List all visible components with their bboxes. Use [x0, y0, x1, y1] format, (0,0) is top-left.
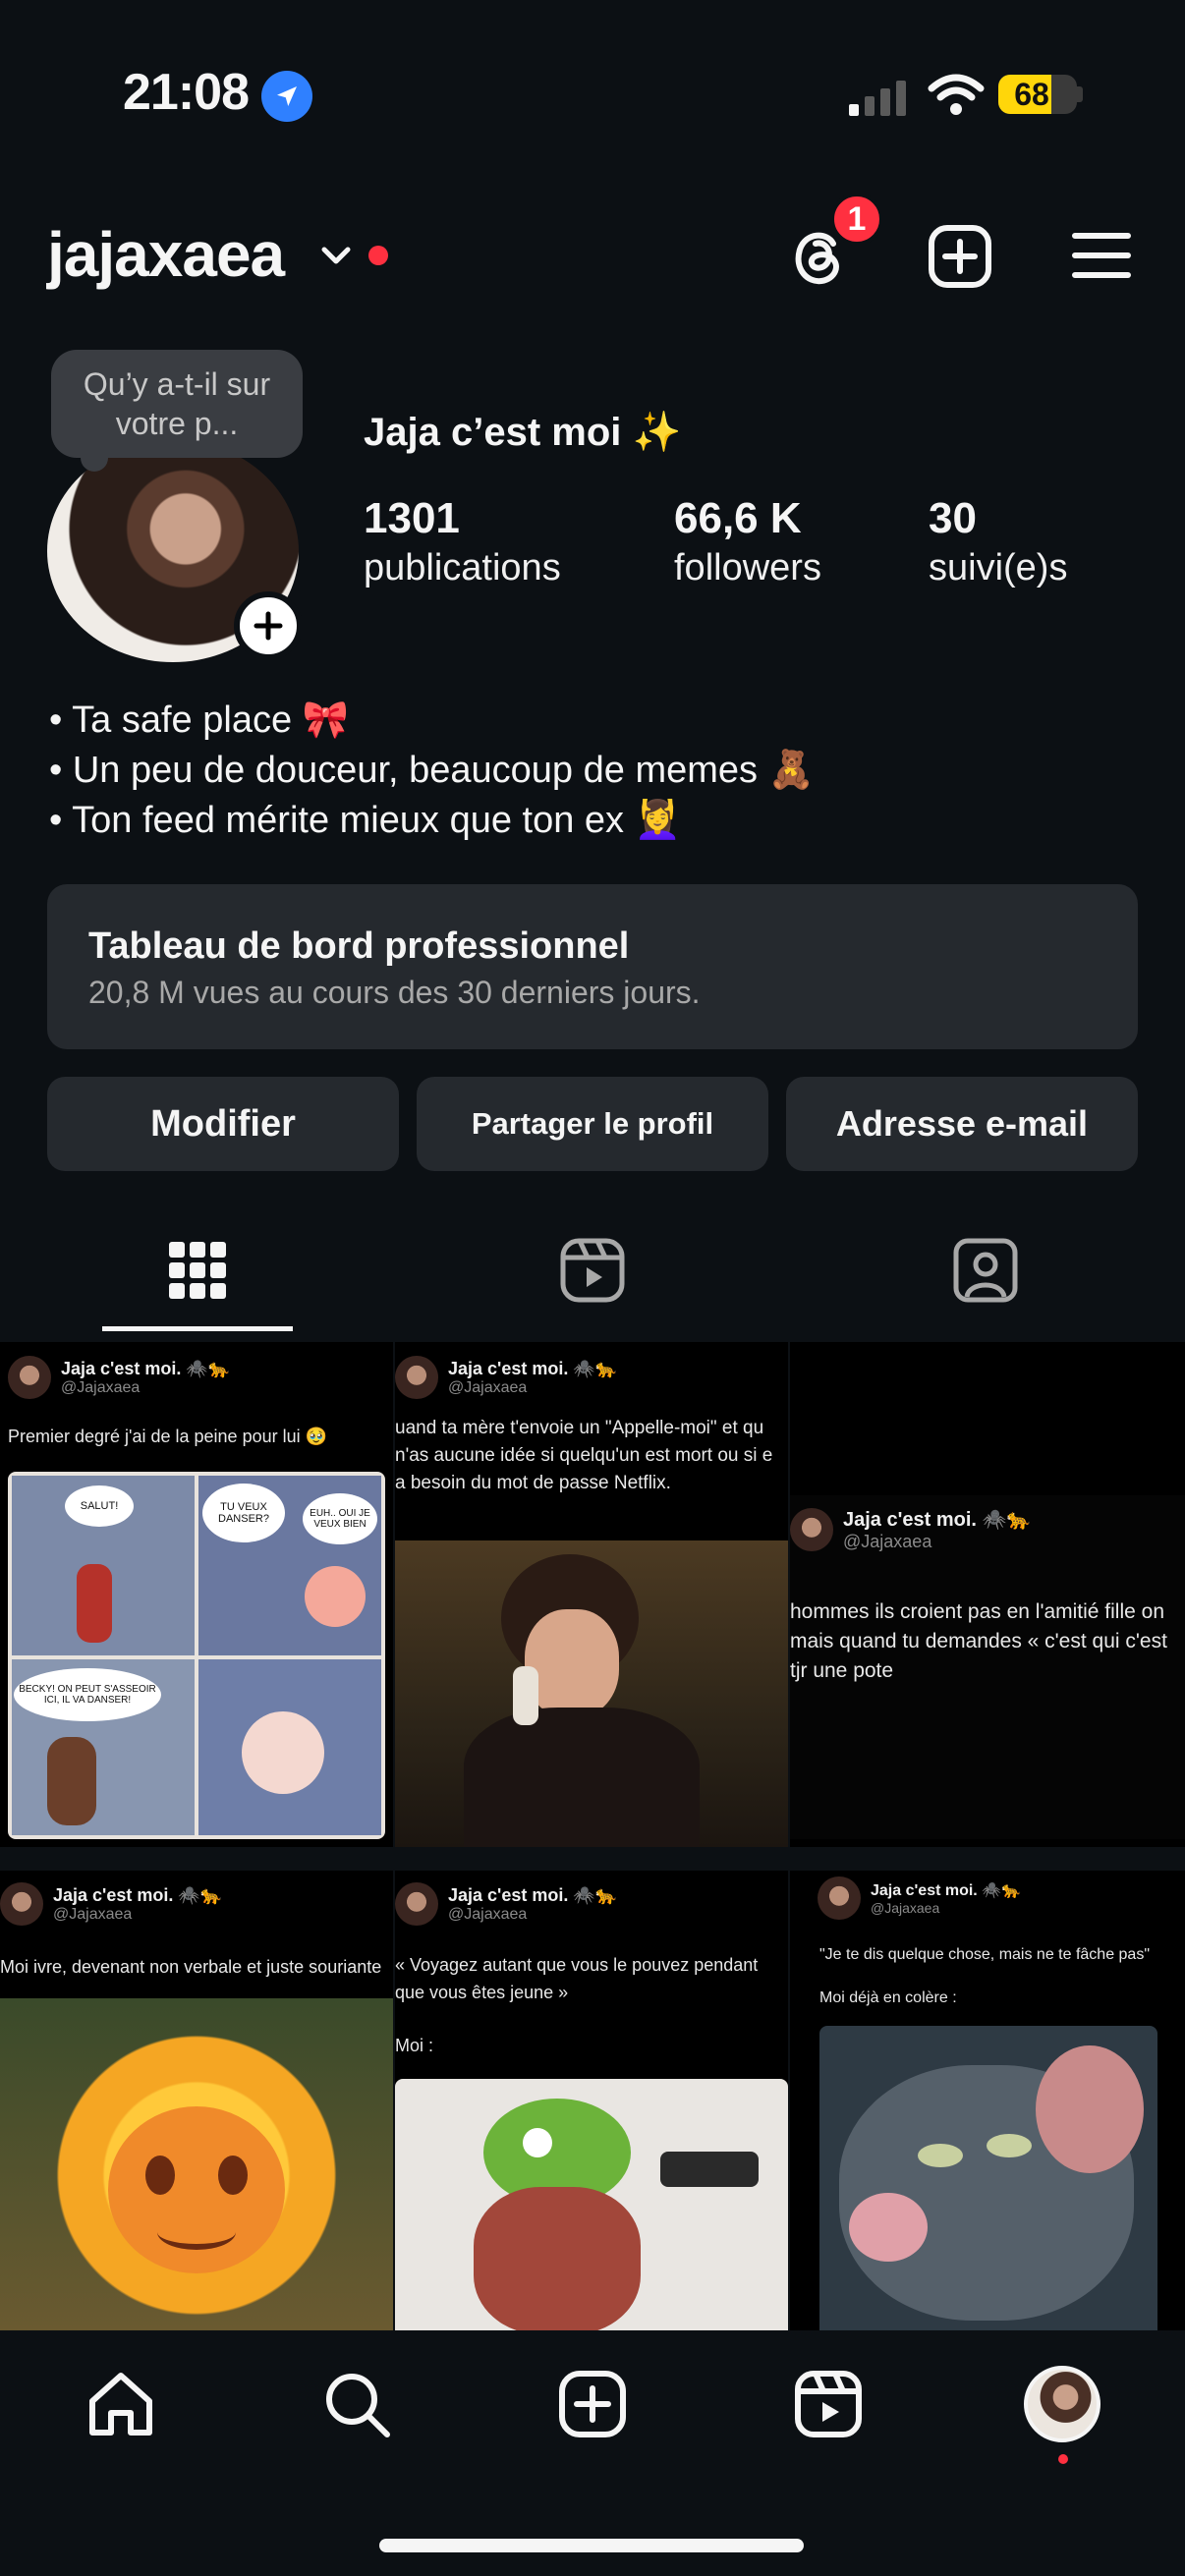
post-avatar [0, 1882, 43, 1926]
bio-line: • Ton feed mérite mieux que ton ex 💆‍♀️ [49, 800, 681, 841]
dashboard-title: Tableau de bord professionnel [88, 925, 630, 967]
post-avatar [8, 1356, 51, 1399]
reels-icon[interactable] [792, 2368, 865, 2440]
post-caption-2: Moi déjà en colère : [819, 1989, 957, 2006]
post-thumbnail[interactable]: Jaja c'est moi. 🕷️🐆 @Jajaxaea uand ta mè… [395, 1342, 788, 1847]
add-story-icon[interactable] [234, 591, 303, 660]
battery-tip [1077, 86, 1083, 102]
tagged-person-icon[interactable] [951, 1236, 1020, 1305]
post-avatar [818, 1876, 861, 1920]
post-caption: « Voyagez autant que vous le pouvez pend… [395, 1955, 759, 2002]
display-name: Jaja c’est moi ✨ [364, 411, 682, 454]
home-indicator [379, 2539, 804, 2552]
post-caption-2: Moi : [395, 2036, 434, 2055]
stat-label: suivi(e)s [929, 547, 1068, 588]
grid-icon[interactable] [163, 1236, 232, 1305]
stat-label: publications [364, 547, 561, 588]
stat-followers[interactable]: 66,6 K followers [674, 493, 821, 591]
plus-square-icon[interactable] [556, 2368, 629, 2440]
post-author: Jaja c'est moi. 🕷️🐆 [61, 1358, 231, 1378]
note-bubble[interactable]: Qu’y a-t-il sur votre p... [51, 350, 303, 458]
unread-dot [368, 246, 388, 265]
reels-icon[interactable] [558, 1236, 627, 1305]
post-caption: "Je te dis quelque chose, mais ne te fâc… [819, 1946, 1151, 1963]
chevron-down-icon[interactable] [316, 236, 356, 275]
plus-square-icon[interactable] [926, 222, 994, 291]
post-author: Jaja c'est moi. 🕷️🐆 [871, 1882, 1022, 1899]
post-author: Jaja c'est moi. 🕷️🐆 [448, 1884, 618, 1905]
search-icon[interactable] [320, 2368, 393, 2440]
comic-speech-bubble: SALUT! [65, 1485, 134, 1527]
post-avatar [790, 1508, 833, 1551]
post-handle: @Jajaxaea [448, 1378, 528, 1396]
post-avatar [395, 1882, 438, 1926]
home-icon[interactable] [85, 2368, 157, 2440]
stat-value: 66,6 K [674, 494, 802, 542]
meme-photo [0, 1998, 393, 2330]
post-caption: Moi ivre, devenant non verbale et juste … [0, 1957, 382, 1977]
post-thumbnail[interactable]: Jaja c'est moi. 🕷️🐆 @Jajaxaea « Voyagez … [395, 1871, 788, 2330]
meme-photo [395, 1540, 788, 1847]
meme-photo [395, 2079, 788, 2330]
post-handle: @Jajaxaea [871, 1900, 940, 1916]
post-author: Jaja c'est moi. 🕷️🐆 [53, 1884, 223, 1905]
battery-indicator: 68 [998, 75, 1077, 114]
post-thumbnail[interactable]: Jaja c'est moi. 🕷️🐆 @Jajaxaea Moi ivre, … [0, 1871, 393, 2330]
comic-speech-bubble: TU VEUX DANSER? [202, 1484, 285, 1542]
battery-percentage: 68 [1014, 76, 1049, 112]
post-thumbnail[interactable]: Jaja c'est moi. 🕷️🐆 @Jajaxaea "Je te dis… [790, 1871, 1185, 2330]
post-handle: @Jajaxaea [448, 1905, 528, 1923]
post-avatar [395, 1356, 438, 1399]
stat-label: followers [674, 547, 821, 588]
bio-line: • Un peu de douceur, beaucoup de memes 🧸 [49, 750, 815, 791]
profile-username[interactable]: jajaxaea [47, 218, 285, 291]
stat-value: 1301 [364, 494, 460, 542]
hamburger-menu-icon[interactable] [1071, 228, 1132, 283]
stat-value: 30 [929, 494, 977, 542]
wifi-icon [928, 73, 985, 116]
post-caption: hommes ils croient pas en l'amitié fille… [790, 1600, 1167, 1682]
post-author: Jaja c'est moi. 🕷️🐆 [448, 1358, 618, 1378]
comic-speech-bubble: BECKY! ON PEUT S'ASSEOIR ICI, IL VA DANS… [14, 1668, 161, 1721]
cellular-signal-icon [849, 73, 908, 116]
post-handle: @Jajaxaea [53, 1905, 133, 1923]
share-profile-button[interactable]: Partager le profil [417, 1077, 768, 1171]
stat-posts[interactable]: 1301 publications [364, 493, 561, 591]
post-thumbnail[interactable]: Jaja c'est moi. 🕷️🐆 @Jajaxaea Premier de… [0, 1342, 393, 1847]
dashboard-subtitle: 20,8 M vues au cours des 30 derniers jou… [88, 975, 701, 1010]
post-caption: Premier degré j'ai de la peine pour lui … [8, 1427, 328, 1446]
location-arrow-icon [261, 71, 312, 122]
post-handle: @Jajaxaea [843, 1532, 932, 1551]
post-handle: @Jajaxaea [61, 1378, 141, 1396]
unread-dot [1058, 2454, 1068, 2464]
bio-line: • Ta safe place 🎀 [49, 700, 349, 741]
comic-image: SALUT! TU VEUX DANSER? EUH.. OUI JE VEUX… [8, 1472, 385, 1839]
post-author: Jaja c'est moi. 🕷️🐆 [843, 1509, 1032, 1531]
profile-nav-avatar[interactable] [1024, 2366, 1100, 2442]
edit-profile-button[interactable]: Modifier [47, 1077, 399, 1171]
profile-bio: • Ta safe place 🎀 • Un peu de douceur, b… [49, 696, 815, 846]
post-caption: uand ta mère t'envoie un "Appelle-moi" e… [395, 1418, 773, 1493]
meme-photo [819, 2026, 1157, 2330]
email-button[interactable]: Adresse e-mail [786, 1077, 1138, 1171]
status-time: 21:08 [123, 64, 250, 121]
stat-following[interactable]: 30 suivi(e)s [929, 493, 1067, 591]
post-thumbnail[interactable]: Jaja c'est moi. 🕷️🐆 @Jajaxaea hommes ils… [790, 1342, 1185, 1847]
notification-badge: 1 [830, 193, 883, 246]
comic-speech-bubble: EUH.. OUI JE VEUX BIEN [303, 1493, 377, 1544]
active-tab-indicator [102, 1326, 293, 1331]
